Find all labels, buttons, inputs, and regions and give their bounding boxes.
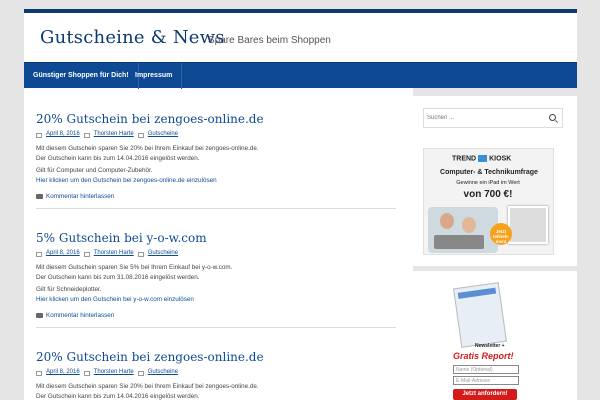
- post-date[interactable]: April 8, 2016: [46, 250, 80, 256]
- coupon-link[interactable]: Hier klicken um den Gutschein bei y-o-w.…: [36, 296, 194, 303]
- search-icon[interactable]: [549, 114, 556, 121]
- book-title-bar: [457, 287, 497, 299]
- site-title[interactable]: Gutscheine & News: [40, 27, 225, 48]
- post-line: Der Gutschein kann bis zum 14.04.2016 ei…: [36, 154, 200, 162]
- person-icon: [440, 213, 454, 229]
- calendar-icon: [36, 132, 42, 138]
- main-content: 20% Gutschein bei zengoes-online.de Apri…: [24, 88, 408, 400]
- post-text: Mit diesem Gutschein sparen Sie 5% bei I…: [36, 263, 396, 304]
- newsletter-widget: Newsletter + Gratis Report! Name (Option…: [413, 271, 577, 400]
- post: 5% Gutschein bei y-o-w.com April 8, 2016…: [36, 231, 396, 328]
- ad-banner[interactable]: TREND KIOSK Computer- & Technikumfrage Ge…: [423, 148, 554, 255]
- post-category[interactable]: Gutscheine: [148, 369, 178, 375]
- user-icon: [83, 251, 90, 257]
- comment-link[interactable]: Kommentar hinterlassen: [36, 312, 396, 319]
- laptop-icon: [434, 235, 484, 249]
- sidebar: TREND KIOSK Computer- & Technikumfrage Ge…: [413, 88, 577, 400]
- divider: [36, 327, 396, 328]
- post-line: Mit diesem Gutschein sparen Sie 5% bei I…: [36, 264, 233, 271]
- nav-item-impressum[interactable]: Impressum: [126, 63, 183, 89]
- search-input[interactable]: [427, 111, 545, 125]
- name-field[interactable]: Name (Optional): [453, 365, 519, 374]
- main-navigation: Günstiger Shoppen für Dich! Impressum: [24, 62, 577, 89]
- email-field[interactable]: E-Mail-Adresse: [453, 376, 519, 385]
- calendar-icon: [36, 251, 42, 257]
- post-category[interactable]: Gutscheine: [148, 250, 178, 256]
- post-title[interactable]: 5% Gutschein bei y-o-w.com: [36, 231, 396, 245]
- comment-label[interactable]: Kommentar hinterlassen: [46, 312, 114, 319]
- user-icon: [83, 370, 90, 376]
- nav-item-shopping[interactable]: Günstiger Shoppen für Dich!: [24, 63, 139, 89]
- ad-people-image: [428, 207, 498, 253]
- ad-logo-right: KIOSK: [489, 155, 512, 163]
- post-valid: Gilt für Computer und Computer-Zubehör.: [36, 167, 153, 174]
- ad-badge: Jetzt teilneh- men!: [490, 223, 512, 245]
- post-line: Der Gutschein kann bis zum 31.08.2016 ei…: [36, 273, 200, 281]
- post-meta: April 8, 2016 Thorsten Harte Gutscheine: [36, 369, 396, 376]
- post-author[interactable]: Thorsten Harte: [94, 250, 134, 256]
- user-icon: [83, 132, 90, 138]
- post: 20% Gutschein bei zengoes-online.de Apri…: [36, 112, 396, 209]
- ad-subline: Gewinne ein iPad im Wert: [456, 180, 520, 186]
- comment-icon: [36, 194, 43, 199]
- comment-icon: [36, 313, 43, 318]
- newsletter-box: Newsletter + Gratis Report! Name (Option…: [453, 282, 527, 400]
- report-book-image: [453, 282, 507, 348]
- coupon-link[interactable]: Hier klicken um den Gutschein bei zengoe…: [36, 177, 217, 184]
- folder-icon: [137, 132, 144, 138]
- post-meta: April 8, 2016 Thorsten Harte Gutscheine: [36, 250, 396, 257]
- newsletter-label: Newsletter +: [475, 343, 505, 349]
- comment-link[interactable]: Kommentar hinterlassen: [36, 193, 396, 200]
- ad-headline: Computer- & Technikumfrage: [440, 169, 538, 176]
- post-text: Mit diesem Gutschein sparen Sie 20% bei …: [36, 382, 396, 400]
- post-title[interactable]: 20% Gutschein bei zengoes-online.de: [36, 112, 396, 126]
- post-meta: April 8, 2016 Thorsten Harte Gutscheine: [36, 131, 396, 138]
- request-button[interactable]: Jetzt anfordern!: [453, 389, 517, 400]
- tablet-icon: [508, 206, 548, 244]
- kiosk-icon: [478, 155, 488, 162]
- post-author[interactable]: Thorsten Harte: [94, 131, 134, 137]
- post-line: Mit diesem Gutschein sparen Sie 20% bei …: [36, 145, 259, 152]
- gratis-report-heading: Gratis Report!: [453, 351, 514, 361]
- post-line: Mit diesem Gutschein sparen Sie 20% bei …: [36, 383, 259, 390]
- ad-logo-left: TREND: [452, 155, 477, 163]
- top-background: [0, 0, 600, 9]
- post-date[interactable]: April 8, 2016: [46, 369, 80, 375]
- post-category[interactable]: Gutscheine: [148, 131, 178, 137]
- comment-label[interactable]: Kommentar hinterlassen: [46, 193, 114, 200]
- ad-logo: TREND KIOSK: [452, 155, 511, 162]
- site-header: Gutscheine & News Spare Bares beim Shopp…: [24, 13, 577, 68]
- calendar-icon: [36, 370, 42, 376]
- post-date[interactable]: April 8, 2016: [46, 131, 80, 137]
- post-valid: Gilt für Schneideplotter.: [36, 286, 102, 293]
- search-form: [423, 108, 563, 128]
- site-description: Spare Bares beim Shoppen: [208, 35, 331, 46]
- post-author[interactable]: Thorsten Harte: [94, 369, 134, 375]
- ad-price: von 700 €!: [463, 189, 513, 200]
- folder-icon: [137, 370, 144, 376]
- post-title[interactable]: 20% Gutschein bei zengoes-online.de: [36, 350, 396, 364]
- post: 20% Gutschein bei zengoes-online.de Apri…: [36, 350, 396, 400]
- person-icon: [462, 217, 476, 233]
- folder-icon: [137, 251, 144, 257]
- divider: [36, 208, 396, 209]
- post-text: Mit diesem Gutschein sparen Sie 20% bei …: [36, 144, 396, 185]
- search-widget: TREND KIOSK Computer- & Technikumfrage Ge…: [413, 96, 577, 266]
- page-container: Gutscheine & News Spare Bares beim Shopp…: [24, 9, 577, 400]
- post-line: Der Gutschein kann bis zum 14.04.2016 ei…: [36, 392, 200, 400]
